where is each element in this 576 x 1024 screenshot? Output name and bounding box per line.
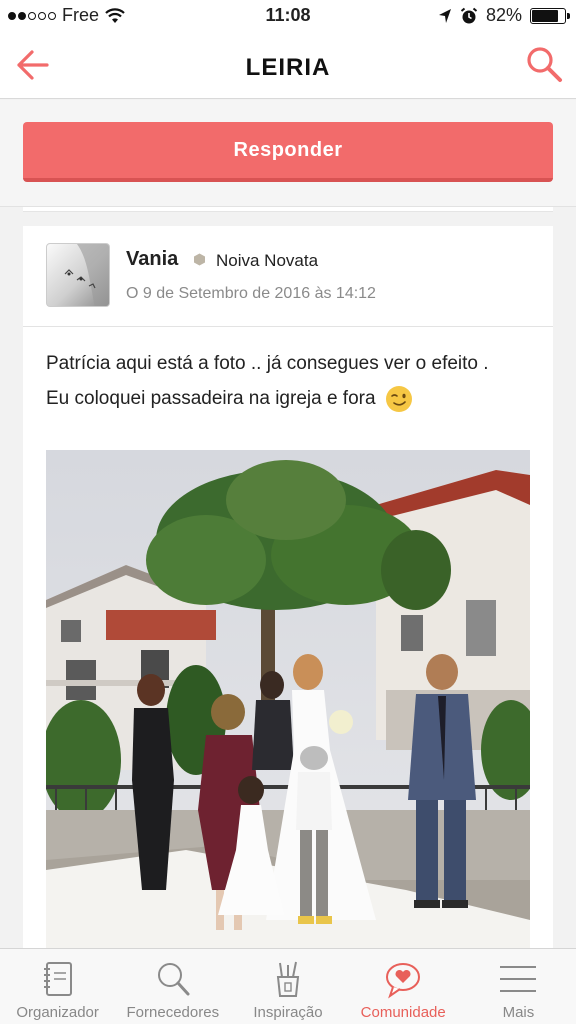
post-body: Patrícia aqui está a foto .. já consegue… xyxy=(46,346,536,416)
tab-bar: Organizador Fornecedores Inspiração Comu… xyxy=(0,948,576,1024)
divider xyxy=(23,326,553,327)
hexagon-badge-icon xyxy=(194,253,205,266)
tab-label: Mais xyxy=(502,1004,535,1021)
post-card: Vania Noiva Novata O 9 de Setembro de 20… xyxy=(23,226,553,966)
pencil-cup-icon xyxy=(276,961,300,997)
menu-icon xyxy=(500,966,537,992)
tab-label: Comunidade xyxy=(360,1004,446,1021)
wink-emoji-icon xyxy=(385,385,412,412)
battery-percent: 82% xyxy=(485,5,522,25)
heart-chat-icon xyxy=(386,963,421,999)
tab-comunidade[interactable]: Comunidade xyxy=(346,949,461,1024)
search-icon[interactable] xyxy=(524,44,564,84)
battery-icon xyxy=(530,7,570,24)
status-right: 82% xyxy=(438,5,570,26)
location-arrow-icon xyxy=(438,8,451,23)
tab-mais[interactable]: Mais xyxy=(461,949,576,1024)
reply-button[interactable]: Responder xyxy=(23,122,553,182)
search-icon xyxy=(157,963,190,996)
notebook-icon xyxy=(43,962,72,996)
post-text-line: Eu coloquei passadeira na igreja e fora xyxy=(46,388,376,409)
previous-post-edge xyxy=(23,207,553,212)
tab-organizador[interactable]: Organizador xyxy=(0,949,115,1024)
tab-label: Fornecedores xyxy=(126,1004,220,1021)
navigation-bar: LEIRIA xyxy=(0,32,576,99)
post-photo[interactable] xyxy=(46,450,530,966)
author-rank: Noiva Novata xyxy=(216,251,319,270)
avatar[interactable] xyxy=(46,243,110,307)
author-name[interactable]: Vania xyxy=(126,248,178,271)
status-bar: Free 11:08 82% xyxy=(0,0,576,32)
avatar-image xyxy=(64,244,109,306)
tab-label: Inspiração xyxy=(253,1004,323,1021)
tab-label: Organizador xyxy=(16,1004,99,1021)
reply-area: Responder xyxy=(0,100,576,207)
tab-inspiracao[interactable]: Inspiração xyxy=(230,949,345,1024)
tab-fornecedores[interactable]: Fornecedores xyxy=(115,949,230,1024)
battery-level xyxy=(532,9,559,22)
post-date: O 9 de Setembro de 2016 às 14:12 xyxy=(126,285,376,302)
page-title: LEIRIA xyxy=(245,54,331,81)
post-text-line: Patrícia aqui está a foto .. já consegue… xyxy=(46,353,489,374)
alarm-icon xyxy=(460,7,478,23)
post-text-line-2: Eu coloquei passadeira na igreja e fora xyxy=(46,381,536,416)
wedding-photo xyxy=(46,450,530,966)
